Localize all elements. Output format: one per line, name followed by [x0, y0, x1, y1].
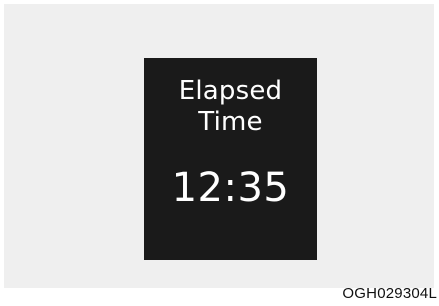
figure-code: OGH029304L: [342, 285, 437, 302]
elapsed-time-display: Elapsed Time 12:35: [144, 58, 317, 260]
display-label-line-1: Elapsed: [178, 76, 283, 106]
figure-background: Elapsed Time 12:35: [4, 4, 434, 288]
elapsed-time-value: 12:35: [171, 165, 290, 211]
display-label: Elapsed Time: [144, 76, 317, 138]
display-label-line-2: Time: [198, 107, 263, 137]
